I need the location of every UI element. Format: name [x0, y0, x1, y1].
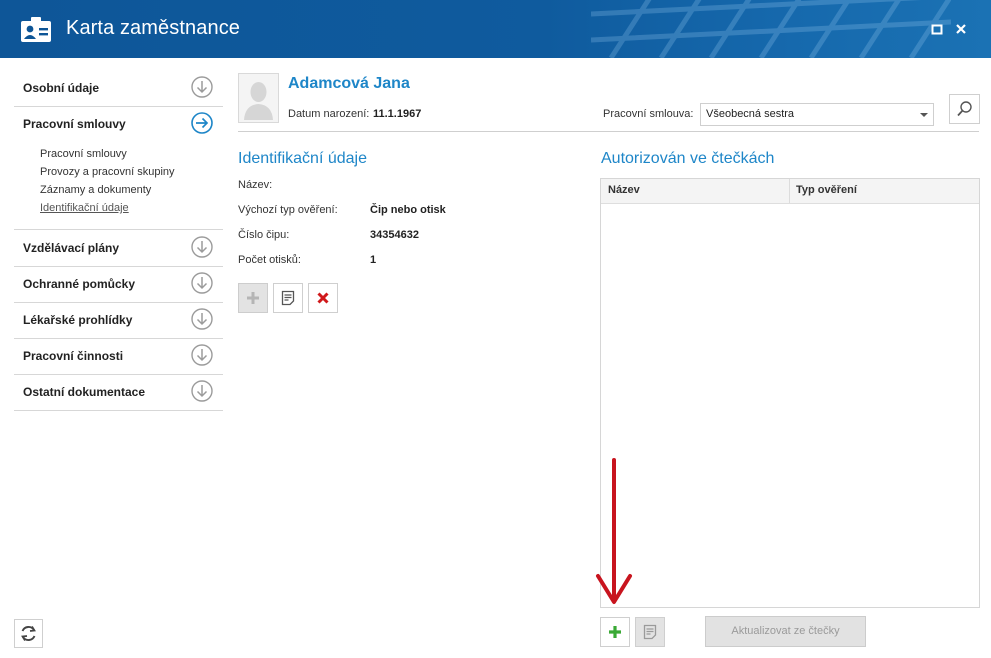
- nav-section-label: Pracovní činnosti: [23, 349, 124, 363]
- field-value-cislo-cipu: 34354632: [370, 229, 419, 241]
- readers-title: Autorizován ve čtečkách: [601, 150, 775, 167]
- delete-x-icon: [317, 292, 329, 304]
- edit-reader-button[interactable]: [635, 617, 665, 647]
- document-icon: [281, 290, 295, 306]
- nav-section-label: Osobní údaje: [23, 81, 100, 95]
- table-header: Název Typ ověření: [601, 179, 979, 204]
- chevron-down-circle-icon[interactable]: [191, 308, 213, 330]
- refresh-button[interactable]: [14, 619, 43, 648]
- maximize-button[interactable]: [928, 20, 946, 38]
- nav-section-label: Lékařské prohlídky: [23, 313, 133, 327]
- plus-icon: [247, 292, 259, 304]
- column-header-typ-overeni[interactable]: Typ ověření: [796, 184, 857, 196]
- nav-section-pracovni-smlouvy[interactable]: Pracovní smlouvy: [14, 106, 223, 142]
- employee-name: Adamcová Jana: [288, 75, 410, 92]
- nav-subitem-provozy[interactable]: Provozy a pracovní skupiny: [40, 166, 175, 178]
- header-divider: [238, 131, 979, 132]
- nav-section-osobni-udaje[interactable]: Osobní údaje: [14, 70, 223, 107]
- field-label-cislo-cipu: Číslo čipu:: [238, 229, 290, 241]
- chevron-down-circle-icon[interactable]: [191, 344, 213, 366]
- column-header-nazev[interactable]: Název: [608, 184, 640, 196]
- birth-date-value: 11.1.1967: [373, 108, 422, 120]
- add-identification-button[interactable]: [238, 283, 268, 313]
- plus-icon: [609, 626, 621, 638]
- field-label-pocet-otisku: Počet otisků:: [238, 254, 301, 266]
- chevron-down-circle-icon[interactable]: [191, 380, 213, 402]
- avatar: [238, 73, 279, 123]
- close-icon: [956, 24, 966, 34]
- column-separator: [789, 179, 790, 203]
- nav-subitem-identifikacni-udaje[interactable]: Identifikační údaje: [40, 202, 129, 214]
- delete-identification-button[interactable]: [308, 283, 338, 313]
- add-reader-button[interactable]: [600, 617, 630, 647]
- chevron-down-circle-icon[interactable]: [191, 76, 213, 98]
- nav-subitem-zaznamy[interactable]: Záznamy a dokumenty: [40, 184, 151, 196]
- edit-identification-button[interactable]: [273, 283, 303, 313]
- titlebar-pattern: [591, 0, 951, 58]
- field-label-nazev: Název:: [238, 179, 273, 191]
- field-value-vychozi-typ: Čip nebo otisk: [370, 204, 446, 216]
- nav-section-ostatni-dokumentace[interactable]: Ostatní dokumentace: [14, 374, 223, 411]
- arrow-right-circle-icon[interactable]: [191, 112, 213, 134]
- nav-section-label: Vzdělávací plány: [23, 241, 120, 255]
- contract-select-value: Všeobecná sestra: [706, 108, 795, 120]
- birth-date-label: Datum narození:: [288, 108, 370, 120]
- contract-select[interactable]: Všeobecná sestra: [700, 103, 934, 126]
- search-button[interactable]: [949, 94, 980, 124]
- window-title: Karta zaměstnance: [66, 17, 241, 39]
- id-card-icon: [21, 17, 51, 42]
- refresh-icon: [21, 626, 36, 641]
- annotation-arrow-icon: [596, 458, 632, 604]
- nav-section-label: Ochranné pomůcky: [23, 277, 136, 291]
- chevron-down-circle-icon[interactable]: [191, 236, 213, 258]
- person-silhouette-icon: [244, 82, 273, 120]
- close-button[interactable]: [952, 20, 970, 38]
- update-from-reader-button[interactable]: Aktualizovat ze čtečky: [705, 616, 866, 647]
- document-icon: [643, 624, 657, 640]
- readers-table[interactable]: Název Typ ověření: [600, 178, 980, 608]
- nav-section-label: Ostatní dokumentace: [23, 385, 146, 399]
- title-bar: Karta zaměstnance: [0, 0, 991, 58]
- nav-section-label: Pracovní smlouvy: [23, 117, 126, 131]
- nav-subitem-pracovni-smlouvy[interactable]: Pracovní smlouvy: [40, 148, 127, 160]
- chevron-down-icon: [920, 113, 928, 117]
- chevron-down-circle-icon[interactable]: [191, 272, 213, 294]
- nav-section-vzdelavaci-plany[interactable]: Vzdělávací plány: [14, 230, 223, 267]
- contract-label: Pracovní smlouva:: [603, 108, 694, 120]
- maximize-icon: [931, 24, 943, 35]
- field-value-pocet-otisku: 1: [370, 254, 377, 266]
- nav-section-pracovni-cinnosti[interactable]: Pracovní činnosti: [14, 338, 223, 375]
- field-label-vychozi-typ: Výchozí typ ověření:: [238, 204, 338, 216]
- nav-section-lekarske-prohlidky[interactable]: Lékařské prohlídky: [14, 302, 223, 339]
- nav-section-ochranne-pomucky[interactable]: Ochranné pomůcky: [14, 266, 223, 303]
- identification-title: Identifikační údaje: [238, 150, 367, 167]
- search-icon: [957, 101, 972, 117]
